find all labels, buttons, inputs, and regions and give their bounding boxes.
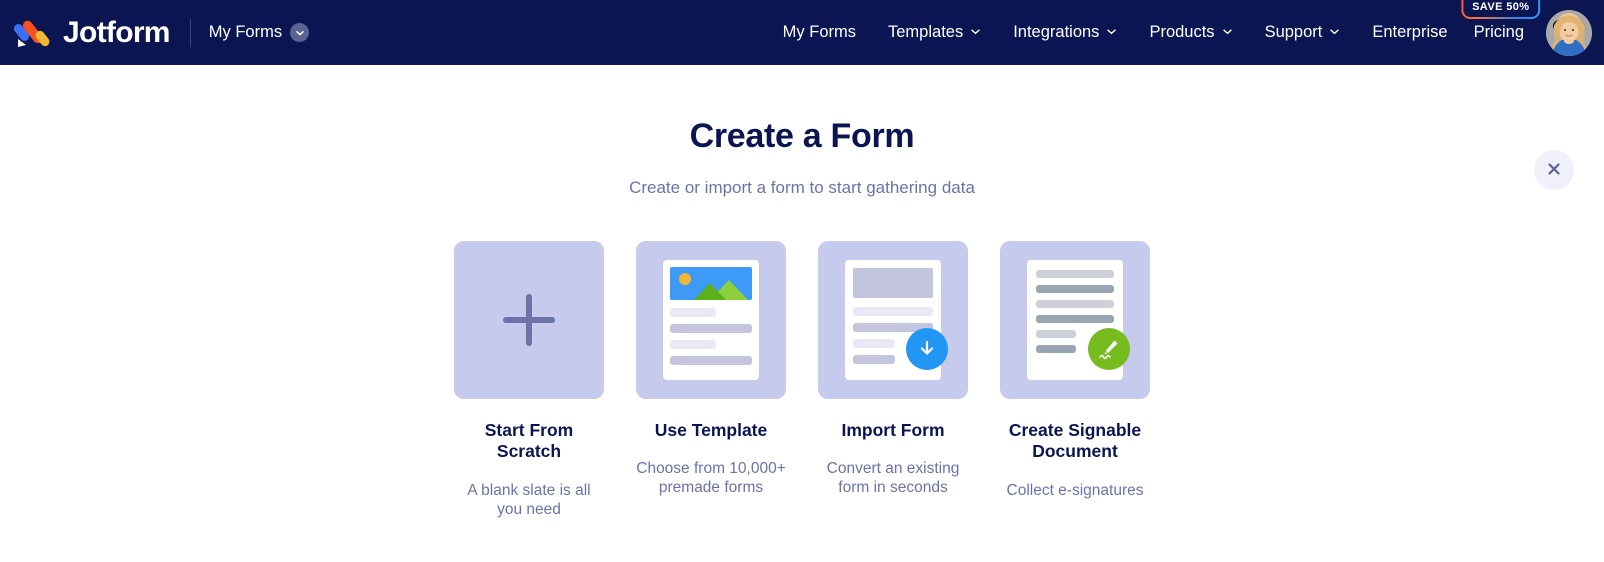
signature-pen-document-icon	[1027, 260, 1130, 380]
download-icon	[906, 328, 948, 370]
page-title: Create a Form	[689, 117, 915, 155]
text-line	[1036, 270, 1114, 278]
nav-left-group: Jotform My Forms	[0, 14, 310, 52]
mountain-icon	[694, 283, 726, 300]
option-card-use-template[interactable]: Use Template Choose from 10,000+ premade…	[636, 241, 786, 520]
image-placeholder-icon	[670, 267, 752, 300]
top-navigation-bar: Jotform My Forms My Forms Templates Inte…	[0, 0, 1604, 65]
nav-item-templates[interactable]: Templates	[872, 0, 997, 65]
nav-item-pricing[interactable]: SAVE 50% Pricing	[1464, 0, 1538, 65]
option-card-description: Convert an existing form in seconds	[826, 460, 960, 497]
text-line	[1036, 315, 1114, 323]
text-line	[853, 339, 895, 348]
option-tile	[636, 241, 786, 399]
text-line	[670, 356, 752, 365]
jotform-logo-icon	[13, 14, 52, 52]
nav-item-label: My Forms	[782, 23, 856, 41]
nav-item-label: Products	[1149, 23, 1215, 41]
header-block	[853, 268, 933, 298]
brand-name: Jotform	[63, 15, 170, 49]
chevron-down-icon	[290, 23, 310, 42]
plus-icon	[503, 294, 555, 346]
close-icon	[1546, 161, 1562, 180]
chevron-down-icon	[1106, 0, 1117, 65]
nav-item-label: Enterprise	[1372, 23, 1448, 41]
page-subtitle: Create or import a form to start gatheri…	[629, 178, 975, 197]
option-card-description: Collect e-signatures	[1006, 481, 1144, 499]
nav-item-support[interactable]: Support	[1249, 0, 1357, 65]
option-card-title: Create Signable Document	[1008, 420, 1142, 462]
nav-item-enterprise[interactable]: Enterprise	[1356, 0, 1463, 65]
option-card-start-from-scratch[interactable]: Start From Scratch A blank slate is all …	[454, 241, 604, 520]
create-form-options: Start From Scratch A blank slate is all …	[0, 198, 1604, 520]
option-card-title: Use Template	[654, 420, 768, 440]
nav-item-label: Templates	[888, 23, 964, 41]
save-discount-badge: SAVE 50%	[1461, 0, 1540, 19]
option-card-description: Choose from 10,000+ premade forms	[636, 460, 786, 497]
my-forms-dropdown[interactable]: My Forms	[208, 23, 310, 42]
option-card-create-signable-document[interactable]: Create Signable Document Collect e-signa…	[1000, 241, 1150, 520]
option-tile	[1000, 241, 1150, 399]
option-tile	[818, 241, 968, 399]
text-line	[1036, 330, 1076, 338]
option-card-title: Import Form	[841, 420, 945, 440]
text-line	[670, 308, 716, 317]
jotform-logo-link[interactable]: Jotform	[13, 14, 170, 52]
signature-pen-icon	[1088, 328, 1130, 370]
option-card-title: Start From Scratch	[484, 420, 574, 462]
nav-divider	[189, 18, 191, 47]
text-line	[853, 307, 933, 316]
nav-item-integrations[interactable]: Integrations	[997, 0, 1133, 65]
text-line	[1036, 345, 1076, 353]
option-card-description: A blank slate is all you need	[467, 481, 591, 518]
template-document-icon	[663, 260, 759, 380]
nav-item-label: Integrations	[1013, 23, 1100, 41]
chevron-down-icon	[970, 0, 981, 65]
main-content: Create a Form Create or import a form to…	[0, 65, 1604, 562]
chevron-down-icon	[1222, 0, 1233, 65]
chevron-down-icon	[1329, 0, 1340, 65]
text-line	[1036, 285, 1114, 293]
text-line	[853, 355, 895, 364]
text-line	[1036, 300, 1114, 308]
pricing-label: Pricing	[1473, 23, 1524, 41]
import-download-document-icon	[845, 260, 948, 380]
nav-item-label: Support	[1264, 23, 1323, 41]
option-tile	[454, 241, 604, 399]
nav-item-my-forms[interactable]: My Forms	[773, 0, 872, 65]
nav-right-group: My Forms Templates Integrations Products	[773, 0, 1604, 65]
avatar[interactable]	[1546, 9, 1592, 56]
sun-icon	[679, 273, 691, 285]
text-line	[670, 340, 716, 349]
close-button[interactable]	[1534, 150, 1574, 190]
text-line	[670, 324, 752, 333]
option-card-import-form[interactable]: Import Form Convert an existing form in …	[818, 241, 968, 520]
my-forms-dropdown-label: My Forms	[208, 23, 283, 41]
nav-item-products[interactable]: Products	[1133, 0, 1248, 65]
